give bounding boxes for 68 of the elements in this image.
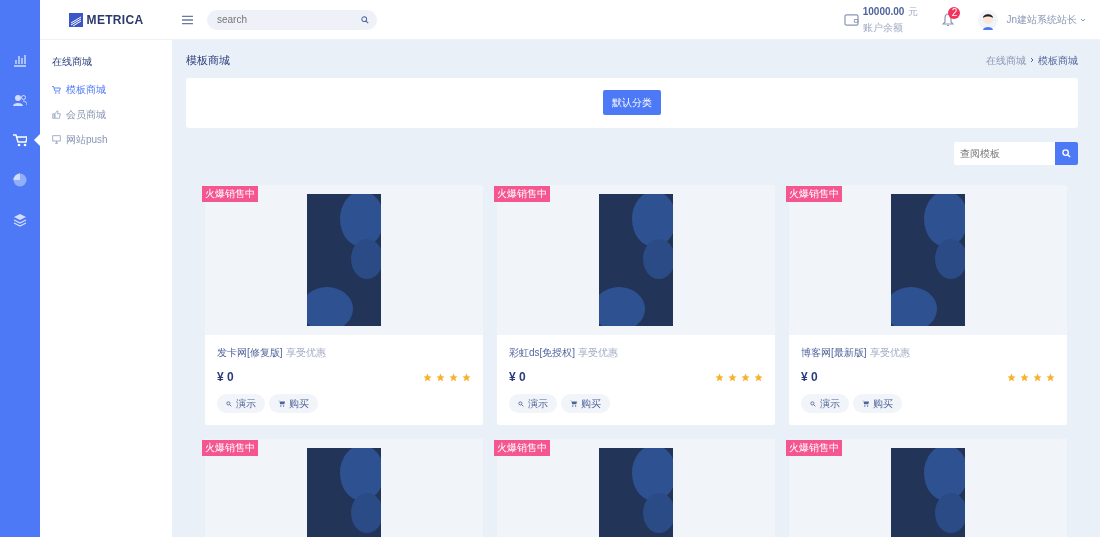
- wallet-icon: [843, 13, 859, 26]
- search-icon: [361, 15, 369, 24]
- price: ¥ 0: [217, 369, 234, 386]
- hot-sale-tag: 火爆销售中: [786, 440, 842, 456]
- logo-text: METRICA: [86, 11, 144, 29]
- layers-icon: [13, 213, 27, 227]
- cart-icon: [278, 400, 285, 407]
- notification-badge: 2: [948, 6, 961, 19]
- chevron-right-icon: [1030, 57, 1034, 64]
- price: ¥ 0: [801, 369, 818, 386]
- search-button[interactable]: [1055, 141, 1078, 165]
- demo-button[interactable]: 演示: [217, 394, 265, 413]
- star-icon: [1007, 372, 1016, 382]
- cart-icon: [570, 400, 577, 407]
- bar-chart-icon: [13, 53, 27, 67]
- cart-icon: [13, 133, 27, 147]
- template-search-field[interactable]: 查阅模板: [954, 141, 1055, 165]
- buy-button[interactable]: 购买: [269, 394, 318, 413]
- sidebar-item[interactable]: 模板商城: [52, 77, 106, 102]
- sidebar-title: 在线商城: [52, 55, 93, 69]
- star-icon: [423, 372, 432, 382]
- users-icon: [13, 93, 27, 107]
- buy-button[interactable]: 购买: [561, 394, 610, 413]
- discount-label: 享受优惠: [869, 346, 910, 358]
- star-icon: [462, 372, 471, 382]
- caret-icon: [1080, 17, 1086, 22]
- avatar-icon: [978, 9, 999, 30]
- balance-amount: 10000.00: [862, 6, 905, 18]
- monitor-icon: [52, 135, 61, 144]
- template-name[interactable]: 发卡网[修复版]: [217, 346, 283, 358]
- logo-mark-icon: [68, 12, 83, 27]
- demo-button[interactable]: 演示: [509, 394, 557, 413]
- star-icon: [449, 372, 458, 382]
- star-icon: [1033, 372, 1042, 382]
- thumbs-up-icon: [52, 110, 61, 119]
- pie-chart-icon: [13, 173, 27, 187]
- star-icon: [728, 372, 737, 382]
- star-icon: [1046, 372, 1055, 382]
- cart-icon: [52, 85, 61, 94]
- menu-icon[interactable]: [182, 14, 193, 25]
- star-icon: [1020, 372, 1029, 382]
- category-button[interactable]: 默认分类: [603, 90, 661, 115]
- search-icon: [518, 400, 524, 407]
- balance-unit: 元: [908, 6, 919, 18]
- hot-sale-tag: 火爆销售中: [494, 440, 550, 456]
- sidebar-item[interactable]: 会员商城: [52, 102, 106, 127]
- template-name[interactable]: 彩虹ds[免授权]: [509, 346, 576, 358]
- star-icon: [741, 372, 750, 382]
- discount-label: 享受优惠: [578, 346, 619, 358]
- demo-button[interactable]: 演示: [801, 394, 849, 413]
- hot-sale-tag: 火爆销售中: [202, 440, 258, 456]
- search-icon: [226, 400, 232, 407]
- buy-button[interactable]: 购买: [853, 394, 902, 413]
- discount-label: 享受优惠: [285, 346, 326, 358]
- search-icon: [1062, 148, 1071, 158]
- balance-label: 账户余额: [862, 20, 904, 35]
- cart-icon: [862, 400, 869, 407]
- price: ¥ 0: [509, 369, 526, 386]
- star-icon: [436, 372, 445, 382]
- star-icon: [715, 372, 724, 382]
- template-name[interactable]: 博客网[最新版]: [801, 346, 867, 358]
- user-menu[interactable]: Jn建站系统站长: [1006, 12, 1077, 27]
- search-field[interactable]: search: [207, 9, 377, 30]
- page-title: 模板商城: [186, 53, 230, 68]
- search-icon: [810, 400, 816, 407]
- sidebar-item[interactable]: 网站push: [52, 127, 108, 152]
- star-icon: [754, 372, 763, 382]
- breadcrumb-item: 模板商城: [1038, 53, 1078, 68]
